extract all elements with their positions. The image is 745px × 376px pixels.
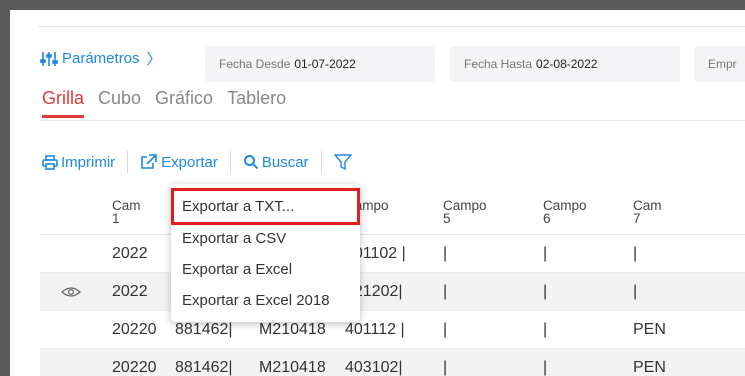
company-label: Empr — [708, 57, 737, 71]
date-from-value: 01-07-2022 — [294, 57, 356, 71]
tab-grafico[interactable]: Gráfico — [155, 88, 213, 118]
table-cell: PEN — [633, 320, 666, 338]
sliders-icon — [40, 51, 58, 66]
table-row[interactable]: 2022070 881462| M210418 403102| | | PEN — [40, 349, 745, 376]
search-icon — [243, 155, 259, 170]
header-col-1[interactable]: Cam 1 — [102, 193, 157, 234]
grid-toolbar: Imprimir Exportar Buscar — [40, 151, 367, 173]
table-cell: M210418 — [259, 320, 326, 338]
grid-header: Cam 1 po Campo 4 Campo 5 Campo 6 Cam 7 — [40, 193, 745, 235]
table-cell: | — [543, 282, 548, 300]
tab-cubo[interactable]: Cubo — [98, 88, 141, 118]
print-label: Imprimir — [61, 153, 116, 171]
table-cell: 2022 — [112, 244, 148, 262]
external-link-icon — [141, 154, 157, 169]
top-divider — [38, 26, 745, 27]
view-tabs: Grilla Cubo Gráfico Tablero — [42, 88, 286, 118]
table-cell: | — [543, 244, 548, 262]
table-cell: 2022 — [112, 282, 148, 300]
header-col-6[interactable]: Campo 6 — [533, 193, 623, 234]
params-button[interactable]: Parámetros 〉 — [40, 48, 162, 69]
export-button[interactable]: Exportar — [128, 151, 231, 173]
export-label: Exportar — [161, 153, 218, 171]
table-cell: | — [443, 282, 448, 300]
company-field[interactable]: Empr — [694, 46, 745, 82]
table-cell: | — [633, 282, 638, 300]
header-col-6-num: 6 — [543, 211, 551, 226]
table-cell: 2022070 — [112, 320, 157, 338]
search-button[interactable]: Buscar — [231, 151, 322, 173]
table-cell: | — [543, 320, 548, 338]
table-cell: 401112 | — [345, 320, 405, 338]
table-cell: | — [443, 320, 448, 338]
table-row[interactable]: 2022 0418 421202| | | | — [40, 273, 745, 311]
table-cell: | — [543, 358, 548, 376]
export-dropdown-menu: Exportar a TXT... Exportar a CSV Exporta… — [171, 184, 360, 322]
date-from-label: Fecha Desde — [219, 57, 291, 71]
params-label: Parámetros — [62, 50, 140, 67]
table-cell: | — [443, 244, 448, 262]
table-cell: 403102| — [345, 358, 403, 376]
table-cell: | — [633, 244, 638, 262]
data-grid: Cam 1 po Campo 4 Campo 5 Campo 6 Cam 7 — [40, 193, 745, 376]
search-label: Buscar — [261, 153, 309, 171]
header-col-7[interactable]: Cam 7 — [623, 193, 743, 234]
app-frame: Parámetros 〉 Fecha Desde 01-07-2022 Fech… — [10, 10, 745, 376]
filter-button[interactable] — [322, 151, 367, 173]
row-action[interactable] — [40, 286, 102, 298]
tab-tablero[interactable]: Tablero — [227, 88, 286, 118]
menu-item-export-csv[interactable]: Exportar a CSV — [171, 223, 360, 254]
header-col-1-num: 1 — [112, 211, 120, 226]
header-col-7-num: 7 — [633, 211, 641, 226]
menu-item-export-txt[interactable]: Exportar a TXT... — [171, 188, 360, 225]
filter-icon — [333, 153, 352, 170]
table-cell: 881462| — [175, 358, 233, 376]
table-cell: | — [443, 358, 448, 376]
table-row[interactable]: 2022 0418 601102 | | | | — [40, 235, 745, 273]
date-to-label: Fecha Hasta — [464, 57, 533, 71]
table-cell: M210418 — [259, 358, 326, 376]
menu-item-export-excel-2018[interactable]: Exportar a Excel 2018 — [171, 285, 360, 316]
header-col-5-num: 5 — [443, 211, 451, 226]
tabs-divider — [40, 120, 745, 121]
table-cell: 881462| — [175, 320, 233, 338]
date-to-field[interactable]: Fecha Hasta 02-08-2022 — [450, 46, 680, 82]
print-button[interactable]: Imprimir — [40, 151, 129, 173]
date-to-value: 02-08-2022 — [536, 57, 598, 71]
menu-item-export-excel[interactable]: Exportar a Excel — [171, 254, 360, 285]
table-cell: 2022070 — [112, 358, 157, 376]
chevron-right-icon: 〉 — [146, 51, 162, 68]
params-row: Parámetros 〉 — [40, 48, 162, 69]
printer-icon — [42, 154, 58, 170]
table-cell: PEN — [633, 358, 666, 376]
eye-icon[interactable] — [61, 286, 81, 298]
table-row[interactable]: 2022070 881462| M210418 401112 | | | PEN — [40, 311, 745, 349]
header-action — [40, 193, 102, 234]
date-from-field[interactable]: Fecha Desde 01-07-2022 — [205, 46, 435, 82]
tab-grilla[interactable]: Grilla — [42, 88, 85, 118]
header-col-5[interactable]: Campo 5 — [433, 193, 533, 234]
